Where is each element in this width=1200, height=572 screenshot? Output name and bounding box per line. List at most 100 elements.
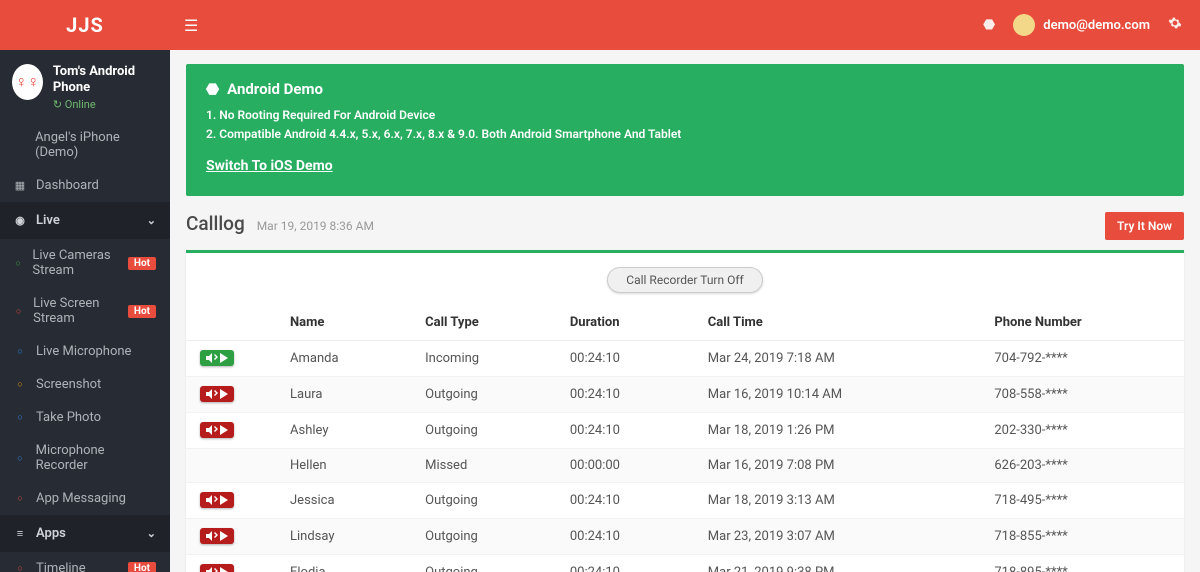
page-title: Calllog: [186, 212, 245, 235]
circle-icon: ○: [14, 258, 22, 269]
sidebar-item-mic[interactable]: ○Live Microphone: [0, 335, 170, 368]
cell-duration: 00:24:10: [556, 519, 694, 555]
cell-phone: 718-855-****: [980, 519, 1184, 555]
col-chip: [186, 305, 276, 341]
menu-toggle-icon[interactable]: ☰: [170, 16, 212, 35]
sidebar-group-live[interactable]: ◉Live⌄: [0, 202, 170, 239]
android-icon[interactable]: ⬣: [983, 17, 995, 33]
switch-demo-link[interactable]: Switch To iOS Demo: [206, 158, 333, 174]
sidebar-item-photo[interactable]: ○Take Photo: [0, 401, 170, 434]
table-row[interactable]: AshleyOutgoing00:24:10Mar 18, 2019 1:26 …: [186, 413, 1184, 449]
hot-badge: Hot: [128, 562, 156, 572]
cell-phone: 626-203-****: [980, 449, 1184, 483]
device-status: Online: [53, 98, 158, 111]
call-recorder-toggle[interactable]: Call Recorder Turn Off: [607, 267, 762, 293]
cell-name: Jessica: [276, 483, 411, 519]
camera-icon: ◉: [14, 214, 26, 227]
logo[interactable]: JJS: [0, 13, 170, 37]
sidebar-item-micrec[interactable]: ○Microphone Recorder: [0, 434, 170, 482]
hot-badge: Hot: [128, 257, 156, 270]
avatar: [1013, 14, 1035, 36]
col-phone: Phone Number: [980, 305, 1184, 341]
apps-icon: ≡: [14, 527, 26, 540]
sidebar-item-screenshot[interactable]: ○Screenshot: [0, 368, 170, 401]
cell-chip: [186, 449, 276, 483]
cell-type: Incoming: [411, 341, 556, 377]
cell-phone: 202-330-****: [980, 413, 1184, 449]
cell-chip: [186, 519, 276, 555]
topbar-right: ⬣ demo@demo.com: [965, 14, 1200, 36]
sidebar-item-screen[interactable]: ○Live Screen StreamHot: [0, 287, 170, 335]
cell-phone: 718-895-****: [980, 555, 1184, 572]
device-name: Tom's Android Phone: [53, 64, 158, 95]
cell-time: Mar 16, 2019 10:14 AM: [694, 377, 981, 413]
cell-phone: 704-792-****: [980, 341, 1184, 377]
device-block[interactable]: ♀♀ Tom's Android Phone Online: [0, 50, 170, 121]
cell-name: Hellen: [276, 449, 411, 483]
cell-duration: 00:00:00: [556, 449, 694, 483]
col-time: Call Time: [694, 305, 981, 341]
cell-duration: 00:24:10: [556, 377, 694, 413]
sidebar-item-alt-device[interactable]: Angel's iPhone (Demo): [0, 121, 170, 169]
table-row[interactable]: HellenMissed00:00:00Mar 16, 2019 7:08 PM…: [186, 449, 1184, 483]
table-row[interactable]: JessicaOutgoing00:24:10Mar 18, 2019 3:13…: [186, 483, 1184, 519]
user-email: demo@demo.com: [1043, 18, 1150, 33]
topbar: JJS ☰ ⬣ demo@demo.com: [0, 0, 1200, 50]
circle-icon: ○: [14, 306, 23, 317]
banner-line-2: 2. Compatible Android 4.4.x, 5.x, 6.x, 7…: [206, 125, 1164, 144]
cell-type: Outgoing: [411, 555, 556, 572]
cell-type: Outgoing: [411, 377, 556, 413]
cell-phone: 718-495-****: [980, 483, 1184, 519]
try-it-button[interactable]: Try It Now: [1105, 212, 1184, 240]
play-recording-chip[interactable]: [200, 422, 234, 438]
user-menu[interactable]: demo@demo.com: [1013, 14, 1150, 36]
circle-icon: ○: [14, 453, 26, 464]
table-row[interactable]: LindsayOutgoing00:24:10Mar 23, 2019 3:07…: [186, 519, 1184, 555]
table-row[interactable]: AmandaIncoming00:24:10Mar 24, 2019 7:18 …: [186, 341, 1184, 377]
settings-icon[interactable]: [1168, 16, 1182, 34]
circle-icon: ○: [14, 563, 26, 572]
circle-icon: ○: [14, 493, 26, 504]
banner-line-1: 1. No Rooting Required For Android Devic…: [206, 106, 1164, 125]
sidebar-item-timeline[interactable]: ○TimelineHot: [0, 552, 170, 572]
play-recording-chip[interactable]: [200, 386, 234, 402]
table-row[interactable]: LauraOutgoing00:24:10Mar 16, 2019 10:14 …: [186, 377, 1184, 413]
cell-name: Laura: [276, 377, 411, 413]
sidebar-item-appmsg[interactable]: ○App Messaging: [0, 482, 170, 515]
circle-icon: ○: [14, 346, 26, 357]
calllog-panel: Call Recorder Turn Off Name Call Type Du…: [186, 250, 1184, 572]
cell-chip: [186, 483, 276, 519]
table-row[interactable]: ElodiaOutgoing00:24:10Mar 21, 2019 9:38 …: [186, 555, 1184, 572]
sidebar-group-apps[interactable]: ≡Apps⌄: [0, 515, 170, 552]
cell-time: Mar 21, 2019 9:38 PM: [694, 555, 981, 572]
dashboard-icon: ▦: [14, 179, 26, 192]
col-duration: Duration: [556, 305, 694, 341]
cell-phone: 708-558-****: [980, 377, 1184, 413]
device-avatar: ♀♀: [12, 64, 43, 100]
sidebar-item-cameras[interactable]: ○Live Cameras StreamHot: [0, 239, 170, 287]
cell-name: Ashley: [276, 413, 411, 449]
sidebar-item-dashboard[interactable]: ▦Dashboard: [0, 169, 170, 202]
page-header: Calllog Mar 19, 2019 8:36 AM Try It Now: [186, 212, 1184, 246]
play-recording-chip[interactable]: [200, 350, 234, 366]
content: ⬣Android Demo 1. No Rooting Required For…: [170, 50, 1200, 572]
cell-chip: [186, 413, 276, 449]
cell-name: Lindsay: [276, 519, 411, 555]
cell-type: Outgoing: [411, 483, 556, 519]
play-recording-chip[interactable]: [200, 528, 234, 544]
play-recording-chip[interactable]: [200, 564, 234, 572]
cell-duration: 00:24:10: [556, 341, 694, 377]
col-type: Call Type: [411, 305, 556, 341]
cell-time: Mar 24, 2019 7:18 AM: [694, 341, 981, 377]
cell-time: Mar 18, 2019 3:13 AM: [694, 483, 981, 519]
cell-chip: [186, 341, 276, 377]
demo-banner: ⬣Android Demo 1. No Rooting Required For…: [186, 64, 1184, 196]
circle-icon: ○: [14, 412, 26, 423]
cell-time: Mar 23, 2019 3:07 AM: [694, 519, 981, 555]
play-recording-chip[interactable]: [200, 492, 234, 508]
sidebar: ♀♀ Tom's Android Phone Online Angel's iP…: [0, 50, 170, 572]
circle-icon: ○: [14, 379, 26, 390]
cell-type: Outgoing: [411, 519, 556, 555]
cell-type: Outgoing: [411, 413, 556, 449]
cell-time: Mar 16, 2019 7:08 PM: [694, 449, 981, 483]
